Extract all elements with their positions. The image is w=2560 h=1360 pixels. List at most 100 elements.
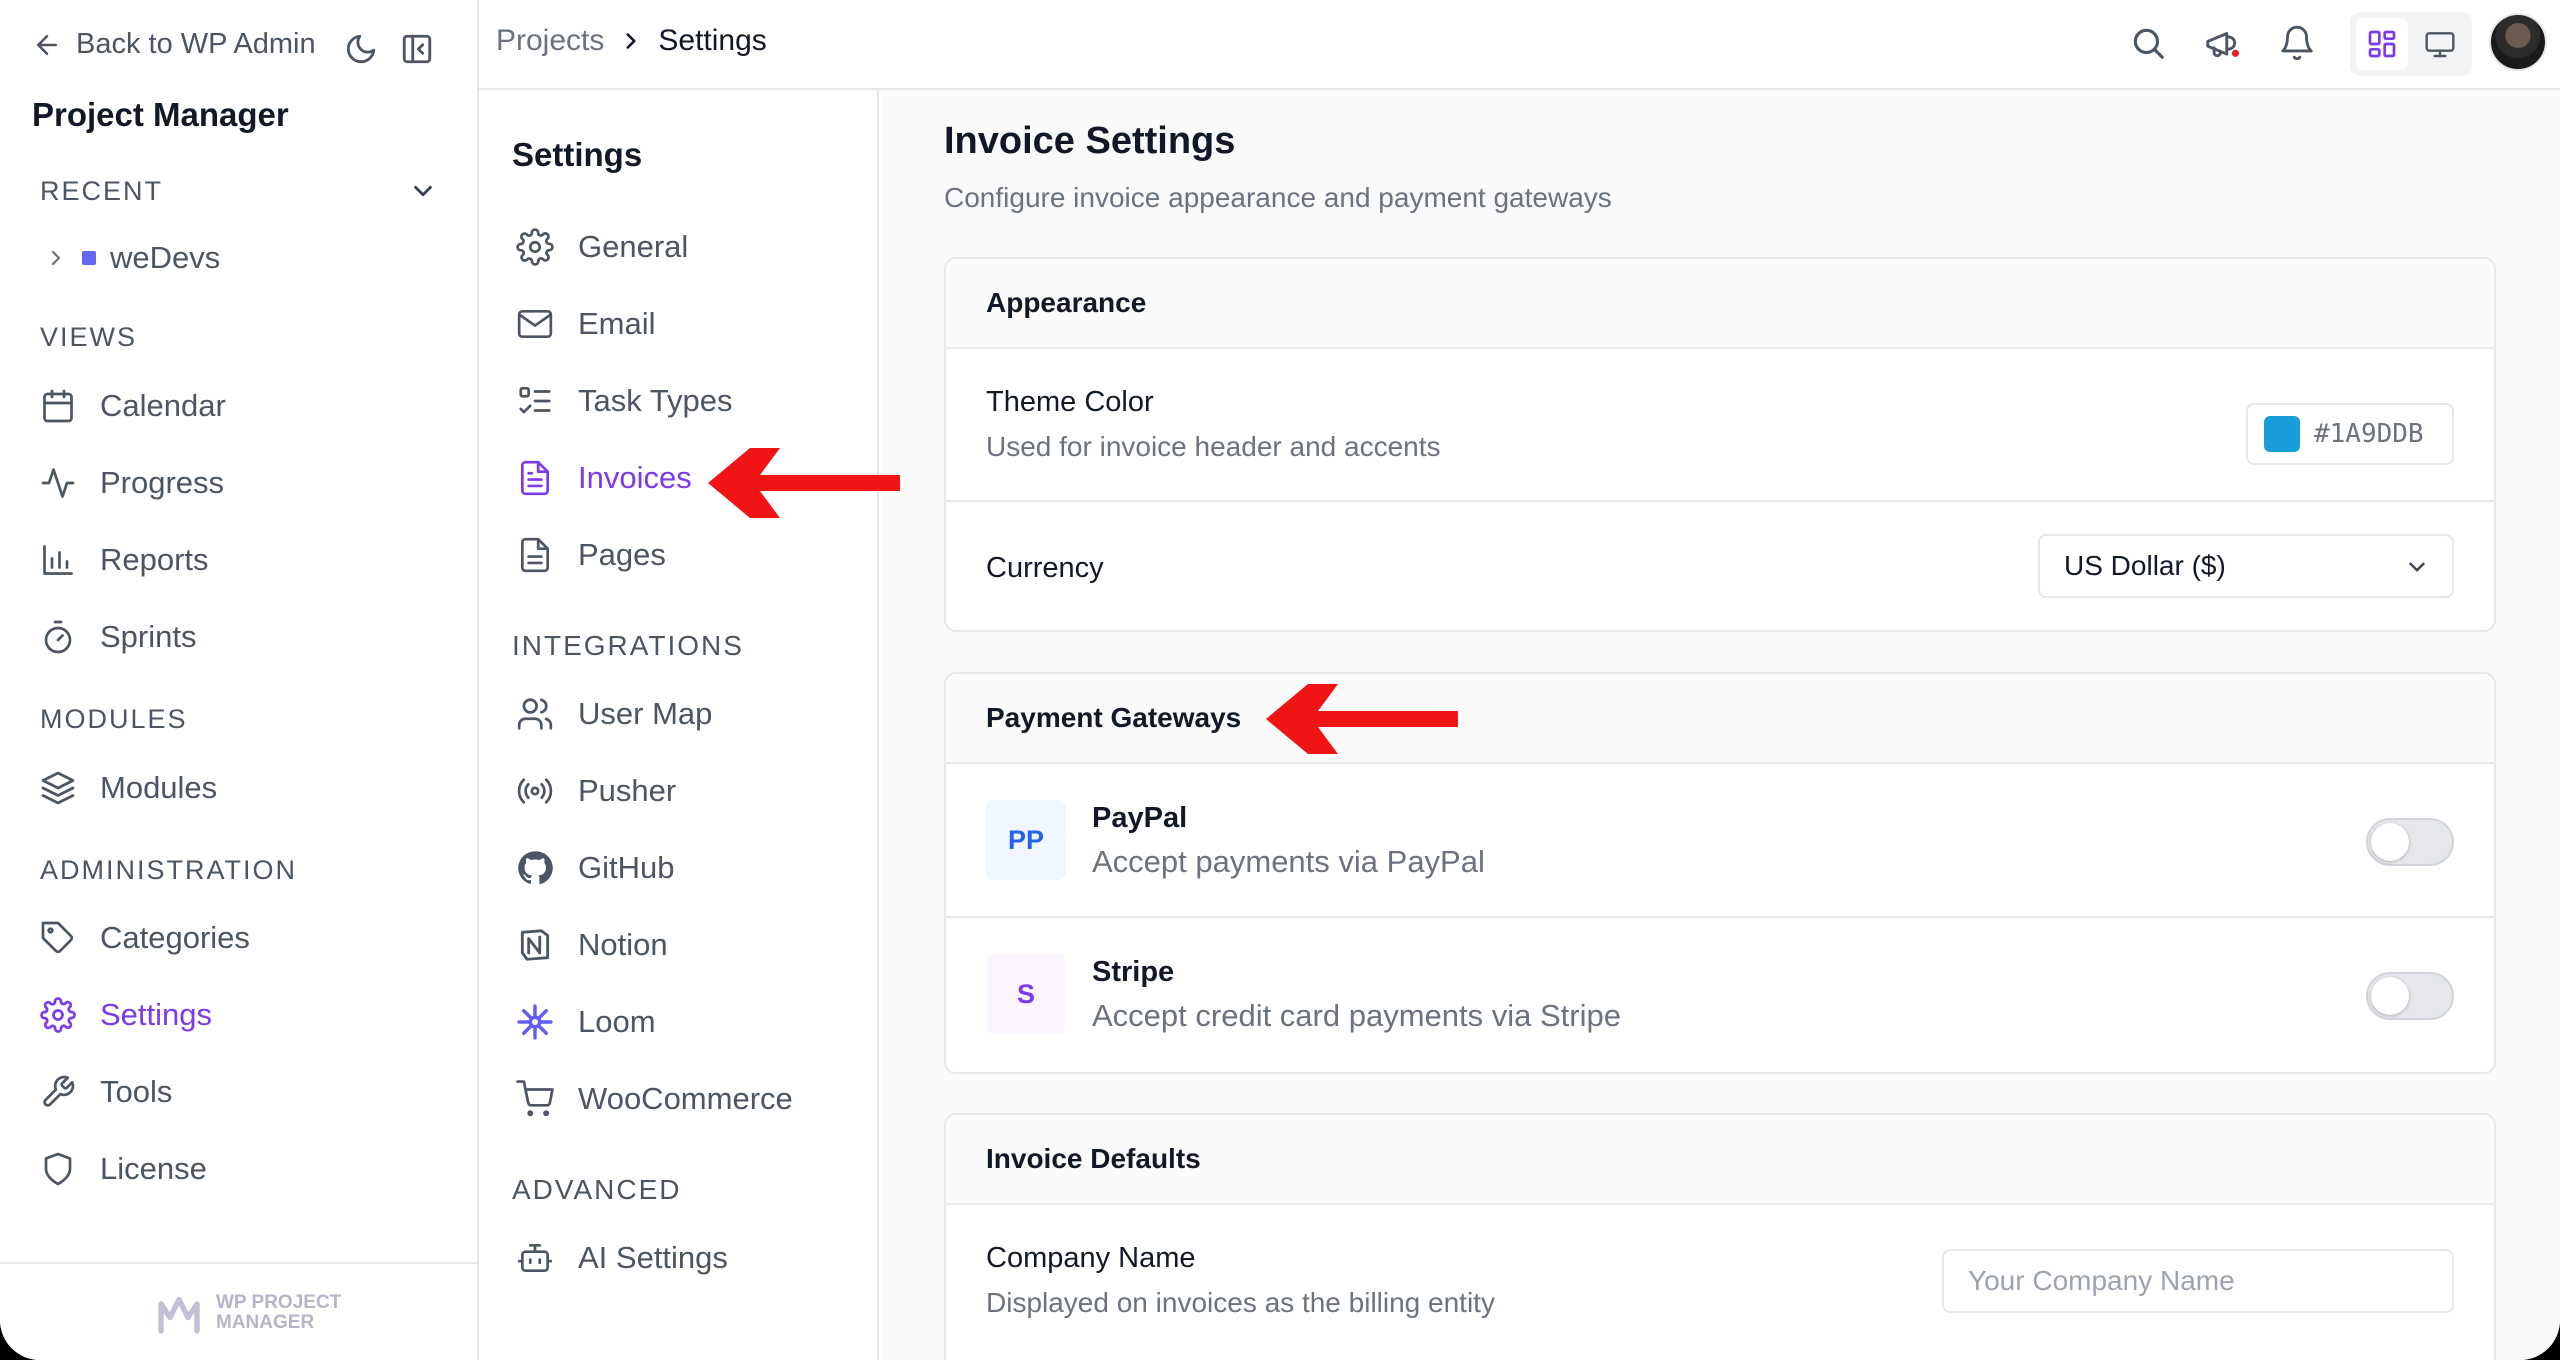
settings-subnav: Settings General Email Task Types Invoic… (479, 90, 879, 1360)
tab-label: Task Types (578, 383, 733, 418)
sidebar-item-calendar[interactable]: Calendar (40, 388, 226, 424)
theme-color-value: #1A9DDB (2314, 419, 2424, 449)
color-swatch[interactable] (2264, 416, 2300, 452)
desktop-view-button[interactable] (2414, 18, 2466, 70)
theme-color-desc: Used for invoice header and accents (986, 431, 1441, 462)
sidebar-item-sprints[interactable]: Sprints (40, 619, 196, 655)
invoice-settings-panel: Invoice Settings Configure invoice appea… (881, 90, 2560, 1360)
calendar-icon (43, 389, 73, 423)
tab-loom[interactable]: Loom (516, 1003, 656, 1041)
shield-icon (44, 1152, 72, 1186)
github-icon (518, 851, 553, 885)
file-icon (520, 537, 550, 573)
company-name-row: Company Name Displayed on invoices as th… (946, 1205, 2494, 1360)
back-label: Back to WP Admin (76, 28, 316, 60)
tab-invoices[interactable]: Invoices (516, 459, 692, 497)
gear-icon (40, 997, 76, 1033)
sidebar: Back to WP Admin Project Manager RECENT … (0, 0, 479, 1360)
currency-select[interactable]: US Dollar ($) (2038, 534, 2454, 598)
mail-icon (517, 309, 553, 339)
advanced-section-label: ADVANCED (512, 1174, 682, 1205)
sidebar-item-reports[interactable]: Reports (40, 542, 209, 578)
chevron-right-icon (626, 33, 636, 49)
breadcrumb-current: Settings (658, 24, 767, 57)
annotation-arrow-invoices (708, 448, 900, 518)
tab-label: General (578, 229, 689, 264)
logo-line2: MANAGER (216, 1312, 315, 1333)
list-checks-icon (519, 386, 551, 414)
notion-icon (520, 929, 550, 961)
radio-broadcast-icon (517, 778, 553, 804)
annotation-arrow-payment-gateways (1266, 684, 1458, 754)
gateway-desc: Accept credit card payments via Stripe (1092, 998, 1621, 1033)
sidebar-item-label: Reports (100, 542, 209, 577)
stripe-toggle[interactable] (2366, 972, 2454, 1020)
paypal-badge: PP (986, 800, 1066, 880)
app-window: Back to WP Admin Project Manager RECENT … (0, 0, 2560, 1360)
tab-label: WooCommerce (578, 1081, 793, 1116)
sidebar-footer: WP PROJECT MANAGER (0, 1262, 479, 1360)
users-icon (517, 698, 553, 730)
integrations-section-label: INTEGRATIONS (512, 630, 744, 661)
currency-value: US Dollar ($) (2064, 550, 2226, 581)
tab-task-types[interactable]: Task Types (516, 382, 733, 420)
avatar[interactable] (2489, 13, 2547, 71)
appearance-card: Appearance Theme Color Used for invoice … (944, 257, 2496, 632)
sidebar-item-license[interactable]: License (40, 1151, 207, 1187)
appearance-header: Appearance (946, 259, 2494, 349)
toggle-knob (2371, 977, 2409, 1015)
sidebar-item-label: Sprints (100, 619, 197, 654)
tab-pusher[interactable]: Pusher (516, 772, 676, 810)
bell-icon[interactable] (2278, 24, 2316, 62)
sidebar-item-progress[interactable]: Progress (40, 465, 224, 501)
dashboard-view-button[interactable] (2356, 18, 2408, 70)
tab-label: Pages (578, 537, 666, 572)
tab-user-map[interactable]: User Map (516, 695, 712, 733)
sidebar-item-tools[interactable]: Tools (40, 1074, 172, 1110)
tab-woocommerce[interactable]: WooCommerce (516, 1080, 793, 1118)
moon-icon[interactable] (344, 32, 378, 66)
paypal-toggle[interactable] (2366, 818, 2454, 866)
breadcrumb: Projects Settings (496, 24, 767, 58)
tab-pages[interactable]: Pages (516, 536, 666, 574)
tab-label: Email (578, 306, 656, 341)
megaphone-icon[interactable] (2203, 24, 2241, 62)
tab-email[interactable]: Email (516, 305, 656, 343)
modules-section-label: MODULES (40, 704, 188, 734)
subnav-title: Settings (512, 136, 643, 173)
sidebar-item-settings[interactable]: Settings (40, 997, 212, 1033)
view-mode-toggle (2350, 12, 2472, 76)
tab-label: GitHub (578, 850, 675, 885)
sidebar-item-categories[interactable]: Categories (40, 920, 250, 956)
chevron-down-icon[interactable] (408, 176, 438, 206)
monitor-icon (2425, 32, 2455, 58)
tab-github[interactable]: GitHub (516, 849, 674, 887)
breadcrumb-projects-link[interactable]: Projects (496, 24, 604, 58)
collapse-sidebar-icon[interactable] (400, 32, 434, 66)
back-to-wp-admin-link[interactable]: Back to WP Admin (32, 28, 316, 61)
company-name-title: Company Name (986, 1242, 1196, 1274)
page-title: Invoice Settings (944, 120, 1236, 162)
wrench-icon (43, 1075, 75, 1107)
theme-color-title: Theme Color (986, 386, 1154, 418)
chevron-right-icon (51, 250, 61, 266)
company-name-input[interactable] (1942, 1249, 2454, 1313)
sidebar-item-modules[interactable]: Modules (40, 770, 217, 806)
currency-row: Currency US Dollar ($) (946, 502, 2494, 630)
layers-icon (41, 771, 75, 805)
tab-notion[interactable]: Notion (516, 926, 668, 964)
theme-color-picker[interactable]: #1A9DDB (2246, 403, 2454, 465)
page-subtitle: Configure invoice appearance and payment… (944, 182, 1612, 213)
logo-mark-icon (158, 1296, 200, 1334)
tab-label: User Map (578, 696, 713, 731)
payment-gateways-header: Payment Gateways (946, 674, 2494, 764)
recent-item-wedevs[interactable]: weDevs (44, 240, 220, 276)
file-text-icon (520, 460, 550, 496)
views-section-label: VIEWS (40, 322, 138, 352)
gateway-row-stripe: S Stripe Accept credit card payments via… (946, 918, 2494, 1072)
search-icon[interactable] (2129, 24, 2167, 62)
tab-ai-settings[interactable]: AI Settings (516, 1239, 728, 1277)
invoice-defaults-card: Invoice Defaults Company Name Displayed … (944, 1113, 2496, 1360)
tab-general[interactable]: General (516, 228, 688, 266)
recent-section-label: RECENT (40, 176, 164, 206)
